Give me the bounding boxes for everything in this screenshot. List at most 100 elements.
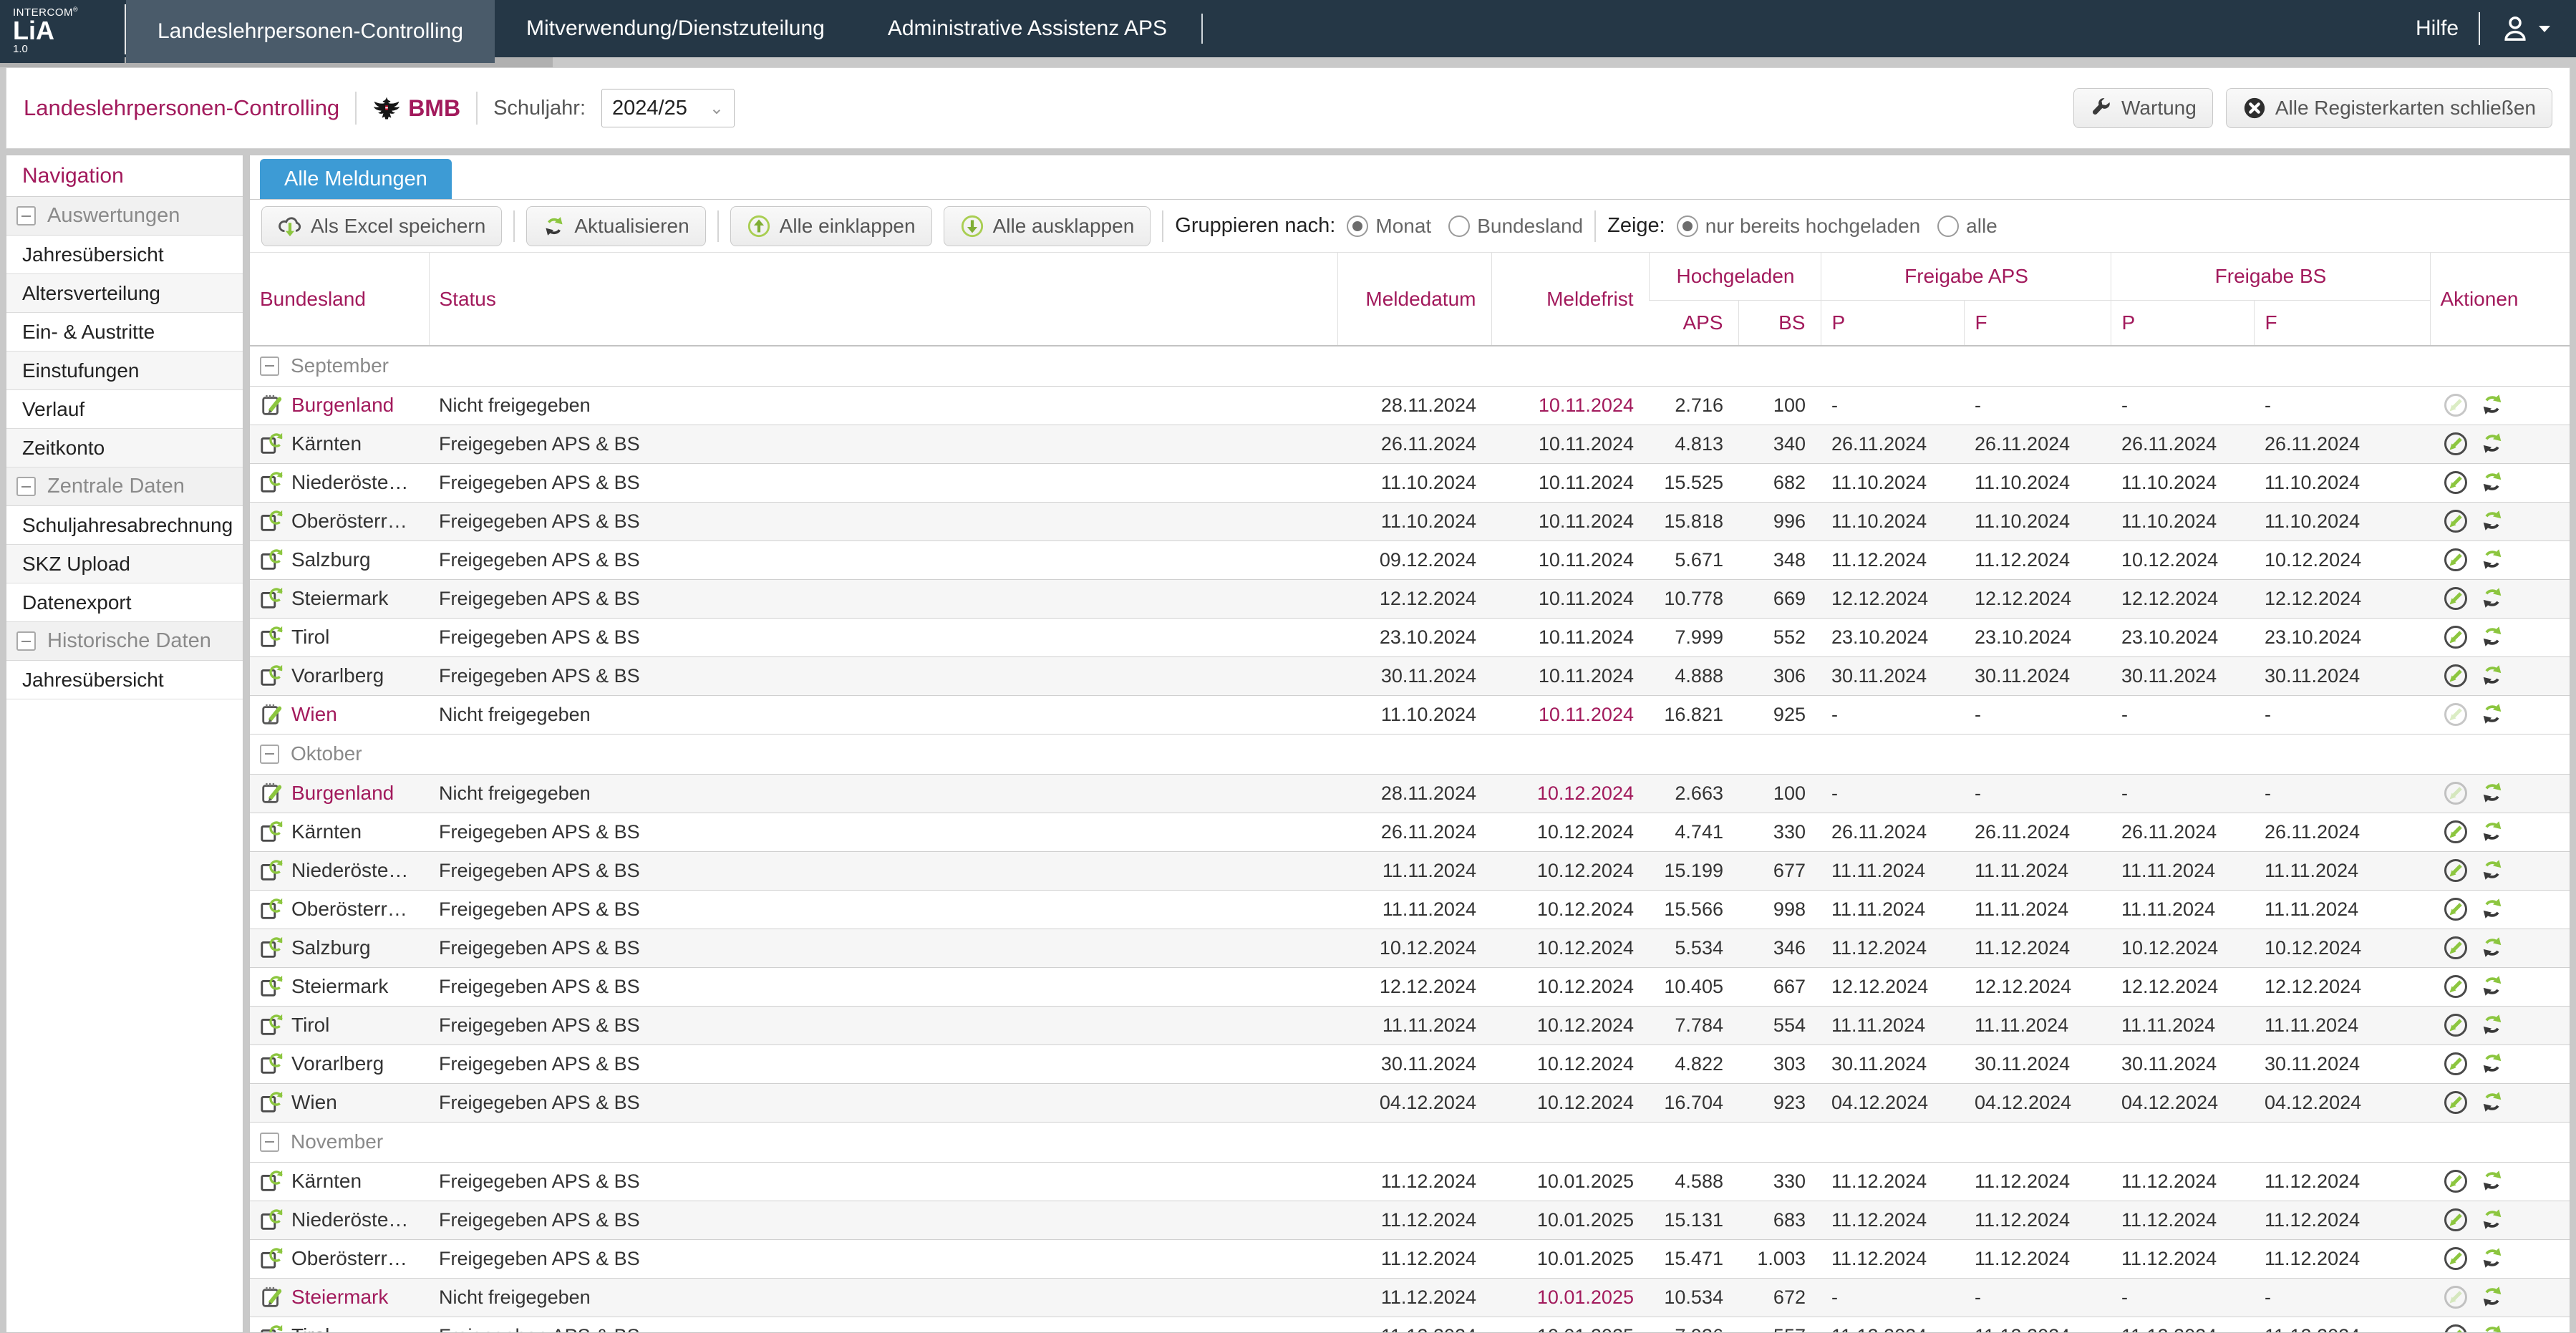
revoke-release-icon[interactable] (2443, 1168, 2469, 1194)
row-refresh-icon[interactable] (2480, 547, 2506, 573)
sidebar-group[interactable]: Auswertungen (6, 197, 243, 236)
tab-alle-meldungen[interactable]: Alle Meldungen (260, 159, 452, 199)
row-refresh-icon[interactable] (2480, 896, 2506, 922)
revoke-release-icon[interactable] (2443, 586, 2469, 611)
revoke-release-icon[interactable] (2443, 663, 2469, 689)
row-refresh-icon[interactable] (2480, 819, 2506, 845)
row-refresh-icon[interactable] (2480, 1284, 2506, 1310)
show-radio[interactable]: nur bereits hochgeladen (1677, 215, 1920, 238)
radio-icon[interactable] (1677, 215, 1698, 237)
collapse-icon[interactable] (260, 745, 279, 764)
sidebar-item[interactable]: Jahresübersicht (6, 661, 243, 699)
revoke-release-icon[interactable] (2443, 1051, 2469, 1077)
bundesland-name[interactable]: Oberösterr… (291, 510, 407, 533)
col-meldefrist[interactable]: Meldefrist (1492, 253, 1650, 346)
revoke-release-icon[interactable] (2443, 1090, 2469, 1115)
group-by-radio[interactable]: Bundesland (1448, 215, 1583, 238)
col-bundesland[interactable]: Bundesland (250, 253, 429, 346)
row-refresh-icon[interactable] (2480, 858, 2506, 883)
collapse-all-button[interactable]: Alle einklappen (730, 206, 932, 246)
row-refresh-icon[interactable] (2480, 508, 2506, 534)
group-by-radio[interactable]: Monat (1347, 215, 1431, 238)
col-status[interactable]: Status (429, 253, 1338, 346)
col-freigabe-bs[interactable]: Freigabe BS (2111, 253, 2430, 300)
bundesland-name[interactable]: Steiermark (291, 975, 388, 998)
radio-icon[interactable] (1937, 215, 1959, 237)
row-refresh-icon[interactable] (2480, 1168, 2506, 1194)
row-refresh-icon[interactable] (2480, 431, 2506, 457)
collapse-icon[interactable] (16, 206, 36, 226)
excel-export-button[interactable]: Als Excel speichern (261, 206, 502, 246)
col-bs-p[interactable]: P (2111, 300, 2255, 346)
col-bs-f[interactable]: F (2255, 300, 2430, 346)
collapse-icon[interactable] (260, 1133, 279, 1152)
radio-icon[interactable] (1347, 215, 1368, 237)
sidebar-item[interactable]: Zeitkonto (6, 429, 243, 467)
bundesland-name[interactable]: Niederöste… (291, 1208, 408, 1231)
revoke-release-icon[interactable] (2443, 508, 2469, 534)
revoke-release-icon[interactable] (2443, 858, 2469, 883)
col-bs[interactable]: BS (1739, 300, 1821, 346)
col-aps-p[interactable]: P (1821, 300, 1965, 346)
row-refresh-icon[interactable] (2480, 935, 2506, 961)
revoke-release-icon[interactable] (2443, 547, 2469, 573)
sidebar-item[interactable]: SKZ Upload (6, 545, 243, 583)
revoke-release-icon[interactable] (2443, 624, 2469, 650)
sidebar-item[interactable]: Schuljahresabrechnung (6, 506, 243, 545)
navbar-tab[interactable]: Mitverwendung/Dienstzuteilung (495, 0, 856, 57)
revoke-release-icon[interactable] (2443, 470, 2469, 495)
sidebar-group[interactable]: Historische Daten (6, 622, 243, 661)
bundesland-name[interactable]: Salzburg (291, 936, 371, 959)
bundesland-name[interactable]: Kärnten (291, 1170, 362, 1193)
revoke-release-icon[interactable] (2443, 819, 2469, 845)
row-refresh-icon[interactable] (2480, 392, 2506, 418)
bundesland-name[interactable]: Tirol (291, 626, 329, 649)
bundesland-name[interactable]: Salzburg (291, 548, 371, 571)
sidebar-item[interactable]: Verlauf (6, 390, 243, 429)
row-refresh-icon[interactable] (2480, 624, 2506, 650)
navbar-tab[interactable]: Landeslehrpersonen-Controlling (126, 0, 495, 63)
collapse-icon[interactable] (16, 477, 36, 496)
revoke-release-icon[interactable] (2443, 1323, 2469, 1333)
schuljahr-select[interactable]: 2024/25 ⌄ (601, 89, 735, 127)
revoke-release-icon[interactable] (2443, 974, 2469, 999)
bundesland-name[interactable]: Kärnten (291, 820, 362, 843)
revoke-release-icon[interactable] (2443, 392, 2469, 418)
sidebar-group[interactable]: Zentrale Daten (6, 467, 243, 506)
bundesland-name[interactable]: Kärnten (291, 432, 362, 455)
revoke-release-icon[interactable] (2443, 1284, 2469, 1310)
row-refresh-icon[interactable] (2480, 1207, 2506, 1233)
bundesland-name[interactable]: Burgenland (291, 394, 394, 417)
sidebar-item[interactable]: Einstufungen (6, 352, 243, 390)
bundesland-name[interactable]: Burgenland (291, 782, 394, 805)
revoke-release-icon[interactable] (2443, 935, 2469, 961)
row-refresh-icon[interactable] (2480, 470, 2506, 495)
revoke-release-icon[interactable] (2443, 896, 2469, 922)
col-aps[interactable]: APS (1650, 300, 1739, 346)
bundesland-name[interactable]: Steiermark (291, 1286, 388, 1309)
sidebar-item[interactable]: Ein- & Austritte (6, 313, 243, 352)
bundesland-name[interactable]: Wien (291, 703, 337, 726)
revoke-release-icon[interactable] (2443, 780, 2469, 806)
revoke-release-icon[interactable] (2443, 1207, 2469, 1233)
row-refresh-icon[interactable] (2480, 1090, 2506, 1115)
show-radio[interactable]: alle (1937, 215, 1998, 238)
bundesland-name[interactable]: Wien (291, 1091, 337, 1114)
row-refresh-icon[interactable] (2480, 974, 2506, 999)
close-all-tabs-button[interactable]: Alle Registerkarten schließen (2226, 88, 2552, 128)
revoke-release-icon[interactable] (2443, 1012, 2469, 1038)
wartung-button[interactable]: Wartung (2073, 88, 2213, 128)
col-meldedatum[interactable]: Meldedatum (1338, 253, 1492, 346)
row-refresh-icon[interactable] (2480, 1246, 2506, 1271)
bundesland-name[interactable]: Niederöste… (291, 471, 408, 494)
sidebar-item[interactable]: Altersverteilung (6, 274, 243, 313)
row-refresh-icon[interactable] (2480, 1012, 2506, 1038)
revoke-release-icon[interactable] (2443, 702, 2469, 727)
bundesland-name[interactable]: Steiermark (291, 587, 388, 610)
expand-all-button[interactable]: Alle ausklappen (944, 206, 1151, 246)
col-freigabe-aps[interactable]: Freigabe APS (1821, 253, 2111, 300)
revoke-release-icon[interactable] (2443, 431, 2469, 457)
row-refresh-icon[interactable] (2480, 780, 2506, 806)
collapse-icon[interactable] (16, 631, 36, 651)
revoke-release-icon[interactable] (2443, 1246, 2469, 1271)
